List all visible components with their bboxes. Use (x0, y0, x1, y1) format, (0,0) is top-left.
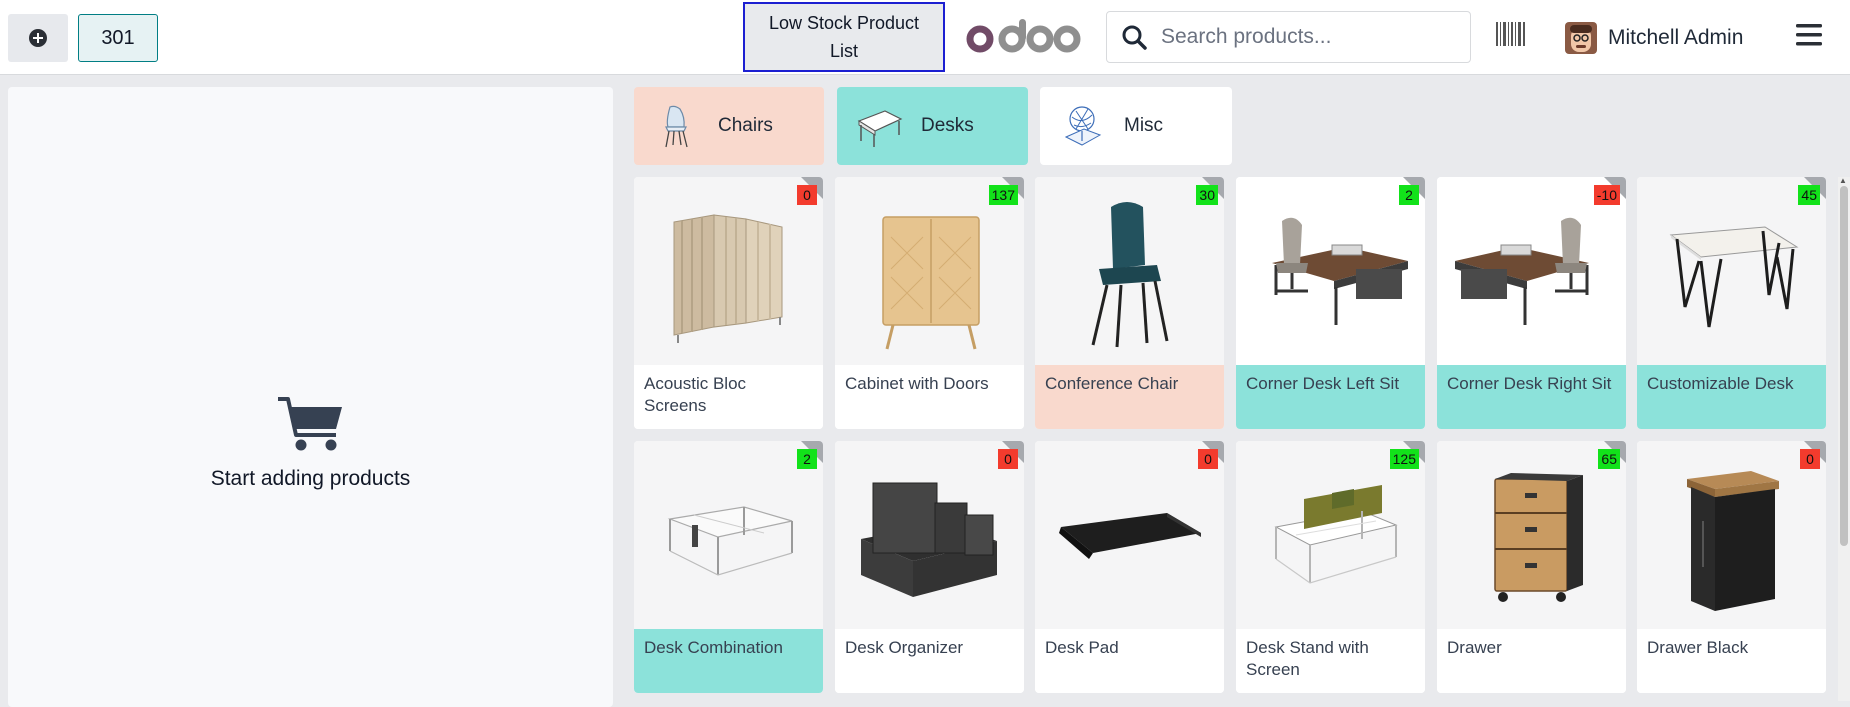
category-label: Desks (921, 115, 974, 136)
product-card[interactable]: -10 Corner Desk Right Sit (1437, 177, 1626, 429)
product-name: Cabinet with Doors (835, 365, 1024, 429)
search-bar[interactable] (1106, 11, 1471, 63)
product-image (1437, 441, 1626, 629)
order-number: 301 (101, 26, 135, 49)
stock-badge: 0 (797, 185, 817, 205)
search-icon (1122, 25, 1147, 50)
product-image (835, 177, 1024, 365)
category-misc[interactable]: Misc (1040, 87, 1232, 165)
low-stock-label: Low Stock Product List (768, 13, 920, 61)
odoo-logo (966, 19, 1081, 53)
new-order-button[interactable] (8, 14, 68, 62)
stock-badge: -10 (1593, 185, 1620, 205)
product-card[interactable]: 2 Desk Combination (634, 441, 823, 693)
stock-badge: 2 (1399, 185, 1419, 205)
user-menu[interactable]: Mitchell Admin (1565, 20, 1743, 56)
chair-category-image (665, 105, 688, 148)
stock-badge: 125 (1389, 449, 1419, 469)
empty-order-message: Start adding products (210, 467, 411, 490)
product-image (634, 177, 823, 365)
stock-badge: 30 (1196, 185, 1218, 205)
product-card[interactable]: 65 Drawer (1437, 441, 1626, 693)
category-label: Chairs (718, 115, 773, 136)
product-image (1236, 177, 1425, 365)
product-card[interactable]: 30 Conference Chair (1035, 177, 1224, 429)
order-tab[interactable]: 301 (78, 14, 158, 62)
avatar (1565, 22, 1597, 54)
product-card[interactable]: 0 Desk Pad (1035, 441, 1224, 693)
product-name: Desk Combination (634, 629, 823, 693)
product-card[interactable]: 0 Desk Organizer (835, 441, 1024, 693)
category-desks[interactable]: Desks (837, 87, 1028, 165)
product-image (1637, 177, 1826, 365)
product-card[interactable]: 137 Cabinet with Doors (835, 177, 1024, 429)
stock-badge: 0 (1198, 449, 1218, 469)
product-image (835, 441, 1024, 629)
product-name: Corner Desk Right Sit (1437, 365, 1626, 429)
shopping-cart-icon (277, 397, 342, 451)
user-name: Mitchell Admin (1608, 26, 1744, 49)
stock-badge: 0 (998, 449, 1018, 469)
hamburger-menu-icon[interactable] (1796, 24, 1822, 46)
stock-badge: 2 (797, 449, 817, 469)
stock-badge: 45 (1798, 185, 1820, 205)
product-name: Desk Organizer (835, 629, 1024, 693)
search-input[interactable] (1159, 24, 1453, 50)
top-bar: 301 Low Stock Product List Search produc… (0, 0, 1850, 75)
product-image (1236, 441, 1425, 629)
barcode-icon[interactable] (1496, 22, 1526, 46)
product-name: Drawer Black (1637, 629, 1826, 693)
product-name: Desk Stand with Screen (1236, 629, 1425, 693)
product-name: Acoustic Bloc Screens (634, 365, 823, 429)
product-image (1035, 177, 1224, 365)
category-chairs[interactable]: Chairs (634, 87, 824, 165)
product-image (1637, 441, 1826, 629)
stock-badge: 65 (1598, 449, 1620, 469)
product-card[interactable]: 45 Customizable Desk (1637, 177, 1826, 429)
product-image (634, 441, 823, 629)
scroll-up-arrow-icon[interactable]: ▲ (1839, 176, 1847, 185)
product-image (1437, 177, 1626, 365)
misc-category-image (1064, 106, 1102, 146)
product-card[interactable]: 0 Acoustic Bloc Screens (634, 177, 823, 429)
product-name: Desk Pad (1035, 629, 1224, 693)
product-card[interactable]: 2 Corner Desk Left Sit (1236, 177, 1425, 429)
product-card[interactable]: 125 Desk Stand with Screen (1236, 441, 1425, 693)
order-panel: Start adding products (8, 87, 613, 707)
scrollbar-thumb[interactable] (1840, 186, 1848, 546)
product-name: Corner Desk Left Sit (1236, 365, 1425, 429)
plus-circle-icon (29, 29, 47, 47)
stock-badge: 137 (988, 185, 1018, 205)
product-card[interactable]: 0 Drawer Black (1637, 441, 1826, 693)
product-name: Customizable Desk (1637, 365, 1826, 429)
category-label: Misc (1124, 115, 1164, 136)
stock-badge: 0 (1800, 449, 1820, 469)
product-image (1035, 441, 1224, 629)
product-name: Drawer (1437, 629, 1626, 693)
low-stock-product-list-button[interactable]: Low Stock Product List (743, 2, 945, 72)
desk-category-image (857, 110, 903, 147)
empty-order-placeholder: Start adding products (8, 395, 613, 492)
product-name: Conference Chair (1035, 365, 1224, 429)
